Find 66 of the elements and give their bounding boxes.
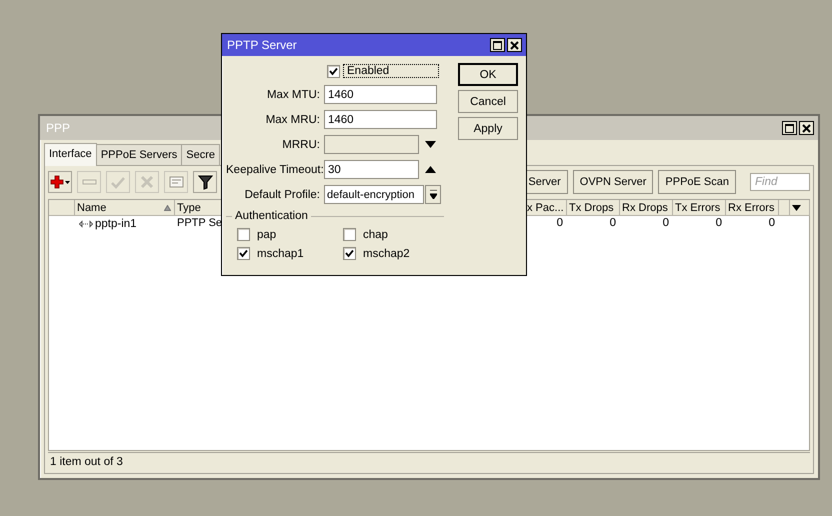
field-label: Default Profile: — [244, 188, 321, 200]
column-header[interactable]: Rx Drops — [620, 200, 673, 216]
field-label: Max MTU: — [266, 88, 321, 100]
dialog-button[interactable]: OK — [458, 63, 518, 86]
maximize-icon — [785, 124, 794, 132]
filter-button[interactable] — [193, 171, 217, 193]
field-label: Keepalive Timeout: — [226, 164, 324, 176]
dropdown-icon — [430, 190, 436, 199]
tab[interactable]: Interface — [44, 143, 97, 166]
maximize-icon — [493, 40, 502, 50]
checkbox-label[interactable]: mschap2 — [363, 248, 410, 260]
toolbar-button[interactable]: PPPoE Scan — [658, 170, 736, 194]
status-text: 1 item out of 3 — [50, 456, 123, 468]
link-icon — [79, 220, 93, 228]
column-header[interactable]: Name — [75, 200, 175, 216]
column-header[interactable]: Rx Errors — [726, 200, 779, 216]
input-field[interactable]: 1460 — [324, 110, 437, 129]
window-title: PPTP Server — [227, 38, 297, 52]
column-menu-button[interactable] — [790, 200, 810, 216]
window-title: PPP — [46, 121, 70, 135]
maximize-button[interactable] — [490, 38, 505, 52]
checkbox-label[interactable]: mschap1 — [257, 248, 304, 260]
note-icon — [168, 175, 184, 189]
table-cell-text: 0 — [662, 216, 670, 231]
checkbox-label[interactable]: chap — [363, 228, 388, 240]
filter-icon — [198, 174, 212, 190]
profile-dropdown[interactable]: default-encryption — [324, 185, 424, 204]
collapse-icon[interactable] — [425, 166, 436, 173]
sort-icon — [164, 205, 171, 211]
checkbox[interactable] — [327, 64, 340, 78]
toolbar-button[interactable]: OVPN Server — [572, 170, 654, 194]
find-field[interactable]: Find — [750, 173, 810, 191]
checkbox-label[interactable]: Enabled — [343, 64, 439, 78]
table-cell-text: 0 — [556, 216, 564, 231]
plus-icon — [50, 175, 70, 189]
plus-button[interactable] — [48, 171, 72, 193]
table-cell-text: 0 — [768, 216, 776, 231]
checkbox[interactable] — [237, 228, 250, 241]
checkbox[interactable] — [343, 247, 356, 260]
close-icon — [510, 40, 519, 50]
close-button[interactable] — [507, 38, 522, 52]
check-icon — [111, 176, 125, 188]
checkbox[interactable] — [237, 247, 250, 260]
section-label: Authentication — [235, 210, 308, 222]
field-label: MRRU: — [281, 138, 321, 150]
cross-icon — [140, 175, 154, 189]
close-button[interactable] — [799, 121, 814, 135]
dialog-button[interactable]: Cancel — [458, 90, 518, 113]
dropdown-button[interactable] — [425, 185, 441, 204]
dialog-button[interactable]: Apply — [458, 117, 518, 140]
close-icon — [802, 124, 811, 132]
column-header[interactable]: Tx Errors — [673, 200, 726, 216]
field-label: Max MRU: — [264, 114, 321, 126]
table-cell-text: 0 — [714, 216, 723, 231]
checkbox[interactable] — [343, 228, 356, 241]
tab[interactable]: Secre — [181, 144, 220, 165]
table-cell-text: 0 — [608, 216, 617, 231]
maximize-button[interactable] — [782, 121, 797, 135]
dropdown-icon — [792, 204, 801, 210]
table-cell: pptp-in1 — [95, 218, 137, 230]
column-header[interactable]: Tx Drops — [567, 200, 620, 216]
input-field[interactable]: 1460 — [324, 85, 437, 104]
table-cell-text: PPTP Se — [176, 216, 224, 231]
checkbox-label[interactable]: pap — [257, 228, 276, 240]
input-field[interactable]: 30 — [324, 160, 419, 179]
tab[interactable]: PPPoE Servers — [96, 144, 182, 165]
